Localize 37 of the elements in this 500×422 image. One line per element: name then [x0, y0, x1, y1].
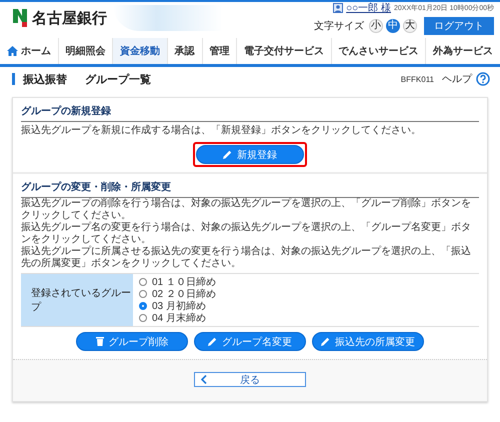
page-title: グループ一覧 [85, 72, 151, 86]
nav-tab[interactable]: 資金移動 [112, 38, 167, 64]
table-header-cell: 登録されているグループ [21, 274, 133, 326]
group-radio-option[interactable]: 03 月初締め [139, 300, 473, 312]
section-heading: グループの変更・削除・所属変更 [21, 174, 479, 198]
bank-name: 名古屋銀行 [32, 8, 107, 28]
user-icon [333, 3, 344, 13]
screen-id: BFFK011 [400, 74, 434, 84]
logout-button[interactable]: ログアウト [424, 17, 494, 35]
user-name-link[interactable]: ○○一郎 様 [346, 2, 391, 15]
group-radio-option[interactable]: 01 １０日締め [139, 276, 473, 288]
section-description: 振込先グループの削除を行う場合は、対象の振込先グループを選択の上、「グループ削除」ボタンをクリックしてください。 [21, 198, 472, 222]
pencil-icon [208, 337, 217, 346]
pencil-icon [223, 150, 232, 159]
group-radio-option[interactable]: 04 月末締め [139, 312, 473, 324]
font-size-button[interactable]: 小 [369, 19, 383, 33]
trash-icon [96, 337, 104, 346]
new-registration-button[interactable]: 新規登録 [196, 145, 304, 164]
action-button[interactable]: 振込先の所属変更 [312, 332, 424, 351]
bank-logo-icon [12, 8, 28, 28]
section-description: 振込先グループに所属させる振込先の変更を行う場合は、対象の振込先グループを選択の上、「振込先の所属変更」ボタンをクリックしてください。 [21, 246, 472, 270]
font-size-button[interactable]: 大 [403, 19, 417, 33]
home-icon [6, 46, 18, 56]
group-radio-option[interactable]: 02 ２０日締め [139, 288, 473, 300]
action-button[interactable]: グループ名変更 [194, 332, 306, 351]
help-icon[interactable] [476, 72, 490, 86]
section-description: 振込先グループ名の変更を行う場合は、対象の振込先グループを選択の上、「グループ名変更」ボタンをクリックしてください。 [21, 222, 472, 246]
back-button[interactable]: 戻る [194, 372, 306, 387]
action-button[interactable]: グループ削除 [76, 332, 188, 351]
help-link[interactable]: ヘルプ [442, 72, 472, 86]
section-heading: グループの新規登録 [21, 98, 479, 122]
pencil-icon [321, 337, 330, 346]
chevron-left-icon [201, 375, 207, 384]
font-size-button[interactable]: 中 [386, 19, 400, 33]
font-size-label: 文字サイズ [314, 20, 364, 33]
page-category: 振込振替 [23, 72, 67, 86]
section-description: 振込先グループを新規に作成する場合は、「新規登録」ボタンをクリックしてください。 [21, 125, 422, 137]
